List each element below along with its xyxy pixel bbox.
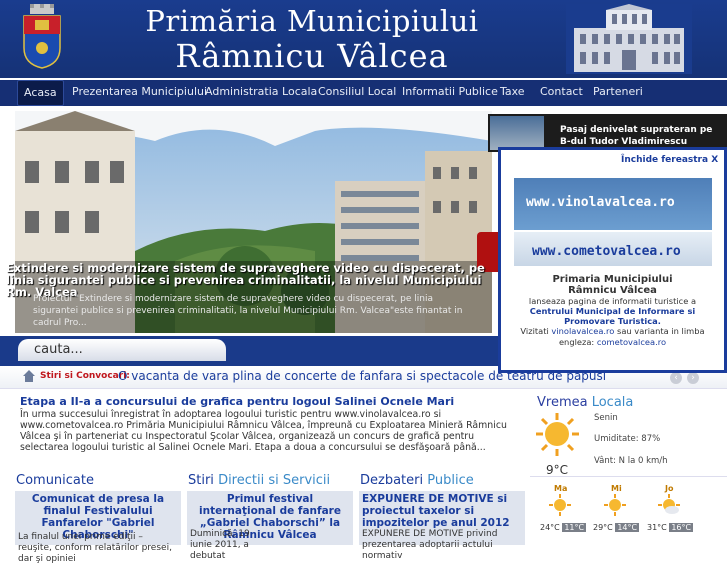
vinolavalcea-banner[interactable]: www.vinolavalcea.ro	[514, 178, 712, 230]
popup-organization: Primaria Municipiului Râmnicu Vâlcea	[552, 274, 673, 296]
ticker-prev-button[interactable]: ‹	[670, 372, 682, 384]
nav-item-parteneri[interactable]: Parteneri	[593, 80, 643, 104]
weather-humidity: Umiditate: 87%	[594, 434, 661, 444]
site-title: Primăria Municipiului Râmnicu Vâlcea	[112, 4, 512, 74]
main-news-headline[interactable]: Etapa a II-a a concursului de grafica pe…	[20, 395, 454, 408]
site-header: Primăria Municipiului Râmnicu Vâlcea	[0, 0, 727, 78]
popup-close-button[interactable]: Închide fereastra X	[621, 155, 718, 165]
comunicate-text: La finalul unei prime ediţii – reuşite, …	[18, 532, 172, 564]
dezbateri-headline[interactable]: EXPUNERE DE MOTIVE si proiectul taxelor …	[362, 493, 522, 529]
column-title-dezbateri[interactable]: Dezbateri Publice	[360, 473, 474, 488]
weather-wind: Vânt: N la 0 km/h	[594, 456, 668, 466]
forecast-day-3: Jo	[665, 484, 674, 493]
hero-summary: Proiectul "Extindere si modernizare sist…	[33, 294, 463, 328]
thumbnail-title: Pasaj denivelat suprateran pe B-dul Tudo…	[560, 125, 713, 147]
popup-center-link[interactable]: Centrului Municipal de Informare si Prom…	[509, 306, 716, 326]
thumbnail-image	[490, 116, 544, 150]
cometovalcea-banner[interactable]: www.cometovalcea.ro	[514, 232, 712, 266]
column-title-comunicate[interactable]: Comunicate	[16, 473, 94, 488]
forecast-day-2: Mi	[611, 484, 622, 493]
forecast-temps-2: 29°C 14°C	[593, 523, 640, 532]
city-hall-building-image	[566, 4, 692, 74]
popup-visit-text: Vizitati vinolavalcea.ro sau varianta in…	[520, 326, 705, 347]
site-title-line1: Primăria Municipiului	[145, 4, 479, 38]
site-title-line2: Râmnicu Vâlcea	[175, 37, 449, 75]
forecast-temps-1: 24°C 11°C	[540, 523, 587, 532]
cometovalcea-link[interactable]: cometovalcea.ro	[597, 337, 666, 347]
nav-item-prezentarea[interactable]: Prezentarea Municipiului	[72, 80, 207, 104]
nav-item-contact[interactable]: Contact	[540, 80, 583, 104]
forecast-sun-icon	[549, 494, 571, 516]
forecast-day-1: Ma	[554, 484, 568, 493]
search-input[interactable]: cauta...	[18, 339, 226, 361]
forecast-temps-3: 31°C 16°C	[647, 523, 694, 532]
home-icon[interactable]	[22, 369, 36, 383]
ticker-next-button[interactable]: ›	[687, 372, 699, 384]
search-placeholder: cauta...	[34, 342, 83, 357]
nav-item-administratia[interactable]: Administratia Locala	[205, 80, 317, 104]
popup-launch-text: lanseaza pagina de informatii turistice …	[528, 296, 697, 306]
forecast-sun-icon	[604, 494, 626, 516]
city-crest-logo[interactable]	[20, 4, 64, 70]
dezbateri-text: EXPUNERE DE MOTIVE privind prezentarea a…	[362, 529, 498, 561]
sun-icon	[536, 413, 579, 456]
nav-item-taxe[interactable]: Taxe	[500, 80, 525, 104]
weather-condition: Senin	[594, 413, 618, 423]
forecast-partly-cloudy-icon	[658, 494, 680, 514]
tourism-popup-window: Închide fereastra X www.vinolavalcea.ro …	[498, 147, 727, 373]
nav-item-consiliul[interactable]: Consiliul Local	[318, 80, 396, 104]
nav-item-informatii[interactable]: Informatii Publice	[402, 80, 498, 104]
ticker-label: Stiri si Convocari:	[40, 371, 130, 381]
current-temperature: 9°C	[546, 463, 569, 477]
stiri-text: Duminică, 19 iunie 2011, a debutat	[190, 529, 250, 561]
weather-divider	[530, 476, 727, 477]
weather-title: Vremea Locala	[537, 395, 634, 410]
main-news-body: În urma succesului înregistrat în adopta…	[20, 409, 507, 453]
nav-item-acasa[interactable]: Acasa	[17, 80, 64, 106]
vinolavalcea-link[interactable]: vinolavalcea.ro	[551, 326, 614, 336]
main-navigation: Acasa Prezentarea Municipiului Administr…	[0, 80, 727, 106]
column-title-stiri[interactable]: Stiri Directii si Servicii	[188, 473, 330, 488]
